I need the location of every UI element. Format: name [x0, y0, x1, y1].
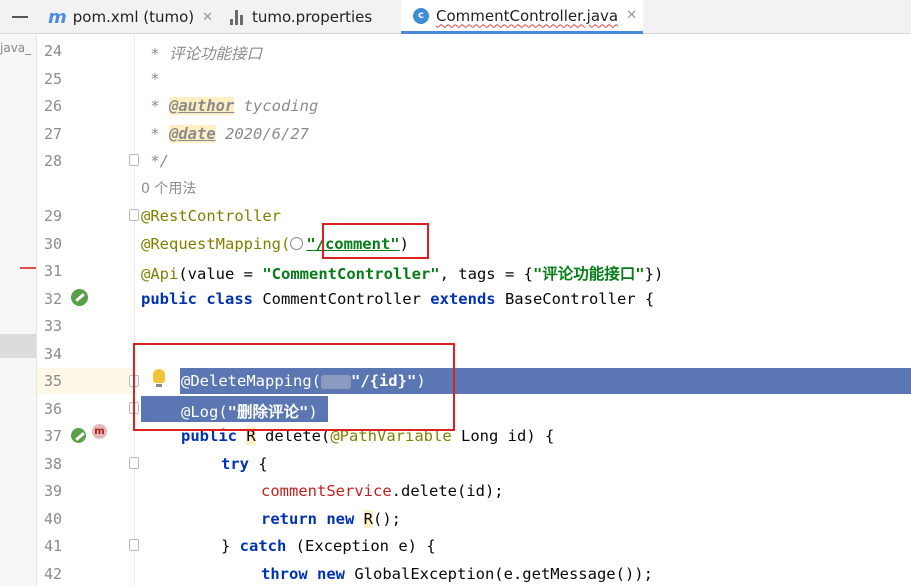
line-number: 42 [44, 565, 63, 583]
code-line: @Api(value = "CommentController", tags =… [141, 265, 664, 283]
code-line: commentService.delete(id); [261, 482, 504, 500]
javadoc-tag: @date [169, 125, 216, 143]
code-line: } catch (Exception e) { [221, 537, 436, 555]
line-number: 38 [44, 455, 63, 473]
code-line: return new R(); [261, 510, 402, 528]
javadoc-tag: @author [169, 97, 235, 115]
line-number: 39 [44, 482, 63, 500]
code-editor[interactable]: 24 25 26 27 28 29 30 31 32 33 34 35 36 3… [0, 0, 911, 586]
annotation-box-comment-path [322, 223, 429, 259]
line-number: 31 [44, 262, 63, 280]
line-number: 24 [44, 42, 63, 60]
line-number: 33 [44, 317, 63, 335]
code-line: try { [221, 455, 268, 473]
code-line: * @date 2020/6/27 [141, 125, 309, 143]
line-number: 37 [44, 427, 63, 445]
line-number: 25 [44, 70, 63, 88]
spring-bean-icon[interactable] [71, 289, 88, 306]
code-line: * 评论功能接口 [141, 45, 262, 63]
fold-icon[interactable] [129, 154, 139, 166]
code-line: * @author tycoding [141, 97, 319, 115]
code-line: @RestController [141, 207, 281, 225]
code-line: * [141, 70, 160, 88]
line-number: 30 [44, 235, 63, 253]
line-number: 27 [44, 125, 63, 143]
spring-endpoint-icon[interactable] [71, 428, 86, 443]
usage-inlay-hint[interactable]: 0 个用法 [141, 178, 196, 198]
line-number: 26 [44, 97, 63, 115]
fold-icon[interactable] [129, 457, 139, 469]
code-line: public class CommentController extends B… [141, 290, 655, 308]
line-number: 29 [44, 207, 63, 225]
globe-icon[interactable] [290, 237, 304, 250]
code-line: throw new GlobalException(e.getMessage()… [261, 565, 653, 583]
line-number: 28 [44, 152, 63, 170]
line-number: 32 [44, 290, 63, 308]
code-line: */ [141, 152, 169, 170]
fold-icon[interactable] [129, 209, 139, 221]
line-number: 35 [44, 372, 63, 390]
line-number: 40 [44, 510, 63, 528]
fold-icon[interactable] [129, 539, 139, 551]
line-number: 41 [44, 537, 63, 555]
line-number: 36 [44, 400, 63, 418]
line-number: 34 [44, 345, 63, 363]
annotation-box-delete-mapping [133, 343, 455, 431]
method-icon[interactable]: m [92, 424, 107, 439]
